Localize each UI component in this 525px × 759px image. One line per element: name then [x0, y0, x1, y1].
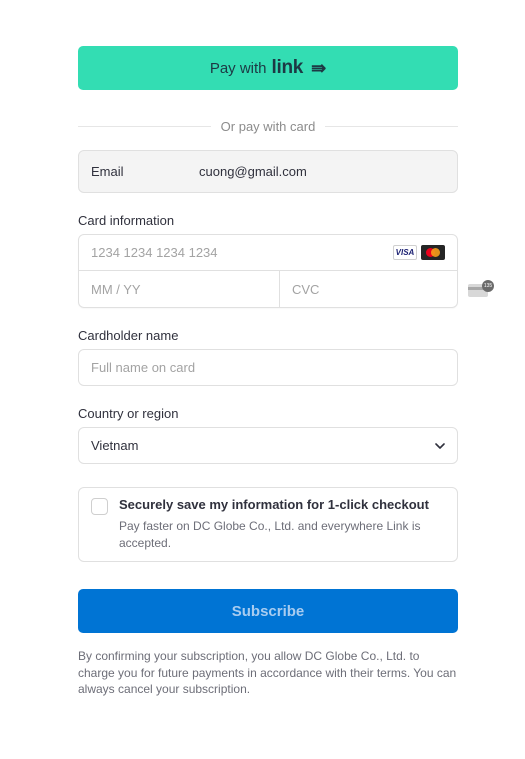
cardholder-name-input[interactable] — [91, 360, 445, 375]
visa-icon: VISA — [393, 245, 417, 260]
save-info-box: Securely save my information for 1-click… — [78, 487, 458, 562]
card-information-group: VISA 135 — [78, 234, 494, 308]
card-brands: VISA — [393, 245, 445, 260]
email-label: Email — [91, 164, 124, 179]
pay-with-link-button[interactable]: Pay with link ⇛ — [78, 46, 458, 90]
expiry-input[interactable] — [91, 281, 267, 297]
email-value: cuong@gmail.com — [199, 164, 307, 179]
cvc-input[interactable] — [292, 281, 468, 297]
subscribe-button[interactable]: Subscribe — [78, 589, 458, 633]
cardholder-name-label: Cardholder name — [78, 328, 179, 343]
cvc-cell: 135 — [280, 271, 504, 307]
subscription-terms: By confirming your subscription, you all… — [78, 649, 457, 696]
cvc-card-icon: 135 — [468, 280, 494, 297]
email-field[interactable]: Email cuong@gmail.com — [78, 150, 458, 193]
country-selected-value: Vietnam — [91, 438, 139, 453]
or-pay-with-card-divider: Or pay with card — [78, 118, 458, 134]
card-expiry-cvc-row: 135 — [79, 271, 494, 307]
mastercard-orange-circle — [431, 248, 440, 257]
card-number-input[interactable] — [91, 245, 393, 260]
divider-line-left — [78, 125, 211, 127]
country-region-label: Country or region — [78, 406, 179, 421]
checkout-form: Pay with link ⇛ Or pay with card Email c… — [78, 46, 494, 698]
mastercard-icon — [421, 245, 445, 260]
save-info-description: Pay faster on DC Globe Co., Ltd. and eve… — [119, 519, 421, 550]
cvc-badge: 135 — [482, 280, 494, 292]
expiry-cell — [79, 271, 280, 307]
link-logo: link — [271, 57, 304, 78]
double-arrow-right-icon: ⇛ — [311, 57, 327, 78]
link-button-prefix: Pay with — [209, 59, 267, 77]
save-info-checkbox[interactable] — [91, 498, 108, 515]
card-information-label: Card information — [78, 213, 175, 228]
divider-line-right — [325, 125, 458, 127]
card-number-row: VISA — [79, 235, 457, 271]
divider-label: Or pay with card — [220, 118, 316, 134]
country-select[interactable]: Vietnam — [78, 427, 458, 464]
chevron-down-icon — [435, 442, 445, 449]
save-info-text: Securely save my information for 1-click… — [119, 497, 445, 552]
save-info-title: Securely save my information for 1-click… — [119, 497, 429, 512]
cardholder-name-field — [78, 349, 458, 386]
